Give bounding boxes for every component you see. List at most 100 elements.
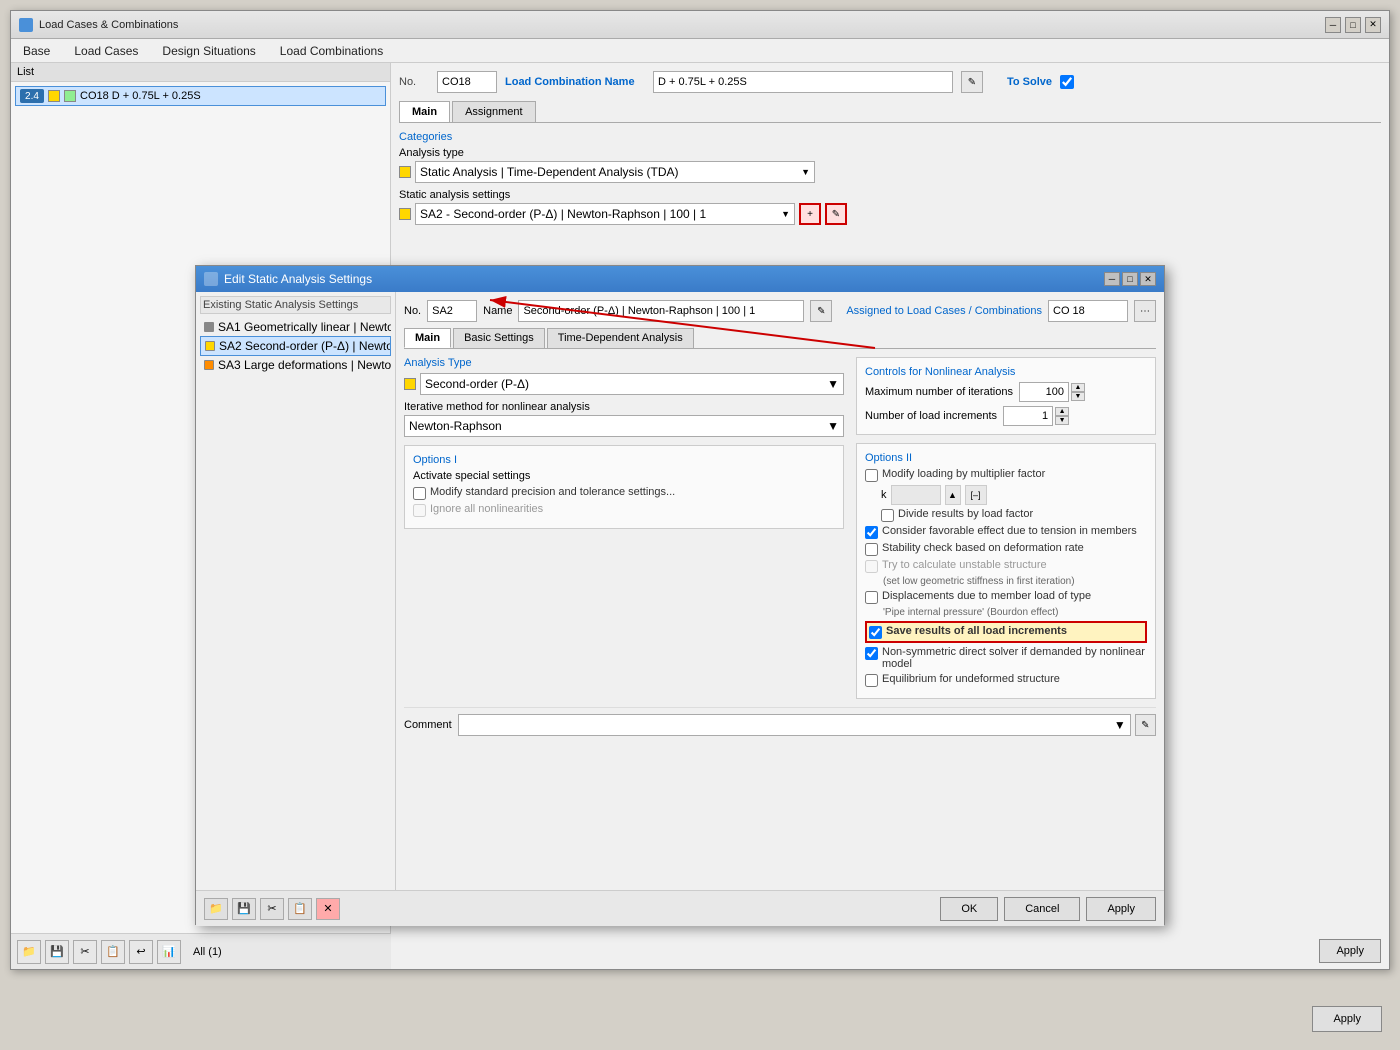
dialog-tab-basic[interactable]: Basic Settings	[453, 328, 545, 348]
divide-results-checkbox[interactable]	[881, 509, 894, 522]
assigned-edit-button[interactable]: ⋯	[1134, 300, 1156, 322]
dialog-list-item-sa2[interactable]: SA2 Second-order (P-Δ) | Newton-R...	[200, 336, 391, 356]
dialog-list-item-sa3[interactable]: SA3 Large deformations | Newton-...	[200, 356, 391, 374]
toolbar-icon-3[interactable]: ✂	[73, 940, 97, 964]
dialog-name-input[interactable]	[518, 300, 804, 322]
dialog-action-buttons: OK Cancel Apply	[940, 897, 1156, 921]
k-input[interactable]	[891, 485, 941, 505]
activate-special-label: Activate special settings	[413, 470, 835, 482]
comment-edit-button[interactable]: ✎	[1135, 714, 1156, 736]
analysis-type-dropdown[interactable]: Static Analysis | Time-Dependent Analysi…	[415, 161, 815, 183]
dialog-cancel-button[interactable]: Cancel	[1004, 897, 1080, 921]
modify-precision-checkbox[interactable]	[413, 487, 426, 500]
no-input[interactable]	[437, 71, 497, 93]
try-calculate-checkbox[interactable]	[865, 560, 878, 573]
max-iter-input[interactable]	[1019, 382, 1069, 402]
dialog-no-input[interactable]	[427, 300, 477, 322]
maximize-button[interactable]: □	[1345, 17, 1361, 33]
modify-loading-checkbox[interactable]	[865, 469, 878, 482]
k-toggle[interactable]: [–]	[965, 485, 987, 505]
options2-label: Options II	[865, 452, 1147, 464]
analysis-type-value: Static Analysis | Time-Dependent Analysi…	[420, 165, 679, 179]
no-label: No.	[399, 76, 429, 88]
equilibrium-checkbox[interactable]	[865, 674, 878, 687]
modify-precision-row: Modify standard precision and tolerance …	[413, 486, 835, 500]
analysis-type-icon	[399, 166, 411, 178]
comment-row: Comment ▼ ✎	[404, 707, 1156, 736]
dialog-bottom-bar: 📁 💾 ✂ 📋 ✕ OK Cancel Apply	[196, 890, 1164, 926]
stability-check-label: Stability check based on deformation rat…	[882, 542, 1084, 554]
dialog-no-label: No.	[404, 305, 421, 317]
num-load-inc-row: Number of load increments ▲ ▼	[865, 406, 1147, 426]
outer-apply-button[interactable]: Apply	[1312, 1006, 1382, 1032]
main-apply-button[interactable]: Apply	[1319, 939, 1381, 963]
max-iter-up[interactable]: ▲	[1071, 383, 1085, 392]
options1-box: Options I Activate special settings Modi…	[404, 445, 844, 529]
dialog-icon-save[interactable]: 💾	[232, 898, 256, 920]
dialog-icon-paste[interactable]: 📋	[288, 898, 312, 920]
minimize-button[interactable]: ─	[1325, 17, 1341, 33]
comment-field: ▼ ✎	[458, 714, 1156, 736]
non-symmetric-checkbox[interactable]	[865, 647, 878, 660]
num-load-inc-down[interactable]: ▼	[1055, 416, 1069, 425]
toolbar-icon-5[interactable]: ↩	[129, 940, 153, 964]
num-load-inc-input[interactable]	[1003, 406, 1053, 426]
name-label: Load Combination Name	[505, 76, 645, 88]
dialog-edit-name-button[interactable]: ✎	[810, 300, 832, 322]
k-spinner-up[interactable]: ▲	[945, 485, 961, 505]
toolbar-icon-1[interactable]: 📁	[17, 940, 41, 964]
comment-dropdown[interactable]: ▼	[458, 714, 1131, 736]
to-solve-checkbox[interactable]	[1060, 75, 1074, 89]
stability-check-row: Stability check based on deformation rat…	[865, 542, 1147, 556]
assigned-input[interactable]	[1048, 300, 1128, 322]
toolbar-icon-4[interactable]: 📋	[101, 940, 125, 964]
add-settings-button[interactable]: +	[799, 203, 821, 225]
dialog-list-title: Existing Static Analysis Settings	[200, 296, 391, 314]
iterative-method-dropdown[interactable]: Newton-Raphson ▼	[404, 415, 844, 437]
menu-base[interactable]: Base	[19, 43, 54, 59]
consider-favorable-checkbox[interactable]	[865, 526, 878, 539]
consider-favorable-row: Consider favorable effect due to tension…	[865, 525, 1147, 539]
dialog-close-button[interactable]: ✕	[1140, 272, 1156, 286]
equilibrium-label: Equilibrium for undeformed structure	[882, 673, 1060, 685]
menu-design-situations[interactable]: Design Situations	[158, 43, 259, 59]
tab-assignment[interactable]: Assignment	[452, 101, 535, 122]
toolbar-icon-2[interactable]: 💾	[45, 940, 69, 964]
dialog-apply-button[interactable]: Apply	[1086, 897, 1156, 921]
non-symmetric-label: Non-symmetric direct solver if demanded …	[882, 646, 1147, 670]
menu-load-combinations[interactable]: Load Combinations	[276, 43, 387, 59]
close-button[interactable]: ✕	[1365, 17, 1381, 33]
list-item[interactable]: 2.4 CO18 D + 0.75L + 0.25S	[15, 86, 386, 106]
displacements-checkbox[interactable]	[865, 591, 878, 604]
dialog-minimize-button[interactable]: ─	[1104, 272, 1120, 286]
dialog-icon-cut[interactable]: ✂	[260, 898, 284, 920]
menubar: Base Load Cases Design Situations Load C…	[11, 39, 1389, 63]
dialog-tab-main[interactable]: Main	[404, 328, 451, 348]
dialog-icon-delete[interactable]: ✕	[316, 898, 340, 920]
static-settings-dropdown[interactable]: SA2 - Second-order (P-Δ) | Newton-Raphso…	[415, 203, 795, 225]
top-form-row: No. Load Combination Name ✎ To Solve	[399, 71, 1381, 93]
analysis-type-section-label: Analysis Type	[404, 357, 844, 369]
dialog-tabs: Main Basic Settings Time-Dependent Analy…	[404, 328, 1156, 349]
max-iter-down[interactable]: ▼	[1071, 392, 1085, 401]
sa1-dot	[204, 322, 214, 332]
dialog-analysis-type-dropdown[interactable]: Second-order (P-Δ) ▼	[420, 373, 844, 395]
dialog-list-item-sa1[interactable]: SA1 Geometrically linear | Newton-R...	[200, 318, 391, 336]
ignore-nonlin-checkbox[interactable]	[413, 504, 426, 517]
tab-main[interactable]: Main	[399, 101, 450, 122]
dialog-ok-button[interactable]: OK	[940, 897, 998, 921]
dialog-maximize-button[interactable]: □	[1122, 272, 1138, 286]
toolbar-icon-6[interactable]: 📊	[157, 940, 181, 964]
menu-load-cases[interactable]: Load Cases	[70, 43, 142, 59]
num-load-inc-up[interactable]: ▲	[1055, 407, 1069, 416]
save-results-checkbox[interactable]	[869, 626, 882, 639]
name-input[interactable]	[653, 71, 953, 93]
controls-box: Controls for Nonlinear Analysis Maximum …	[856, 357, 1156, 435]
edit-name-button[interactable]: ✎	[961, 71, 983, 93]
dialog-tab-tda[interactable]: Time-Dependent Analysis	[547, 328, 694, 348]
edit-settings-button[interactable]: ✎	[825, 203, 847, 225]
dialog-icon-new[interactable]: 📁	[204, 898, 228, 920]
stability-check-checkbox[interactable]	[865, 543, 878, 556]
list-item-color1	[48, 90, 60, 102]
max-iter-spinner-btns: ▲ ▼	[1071, 383, 1085, 401]
